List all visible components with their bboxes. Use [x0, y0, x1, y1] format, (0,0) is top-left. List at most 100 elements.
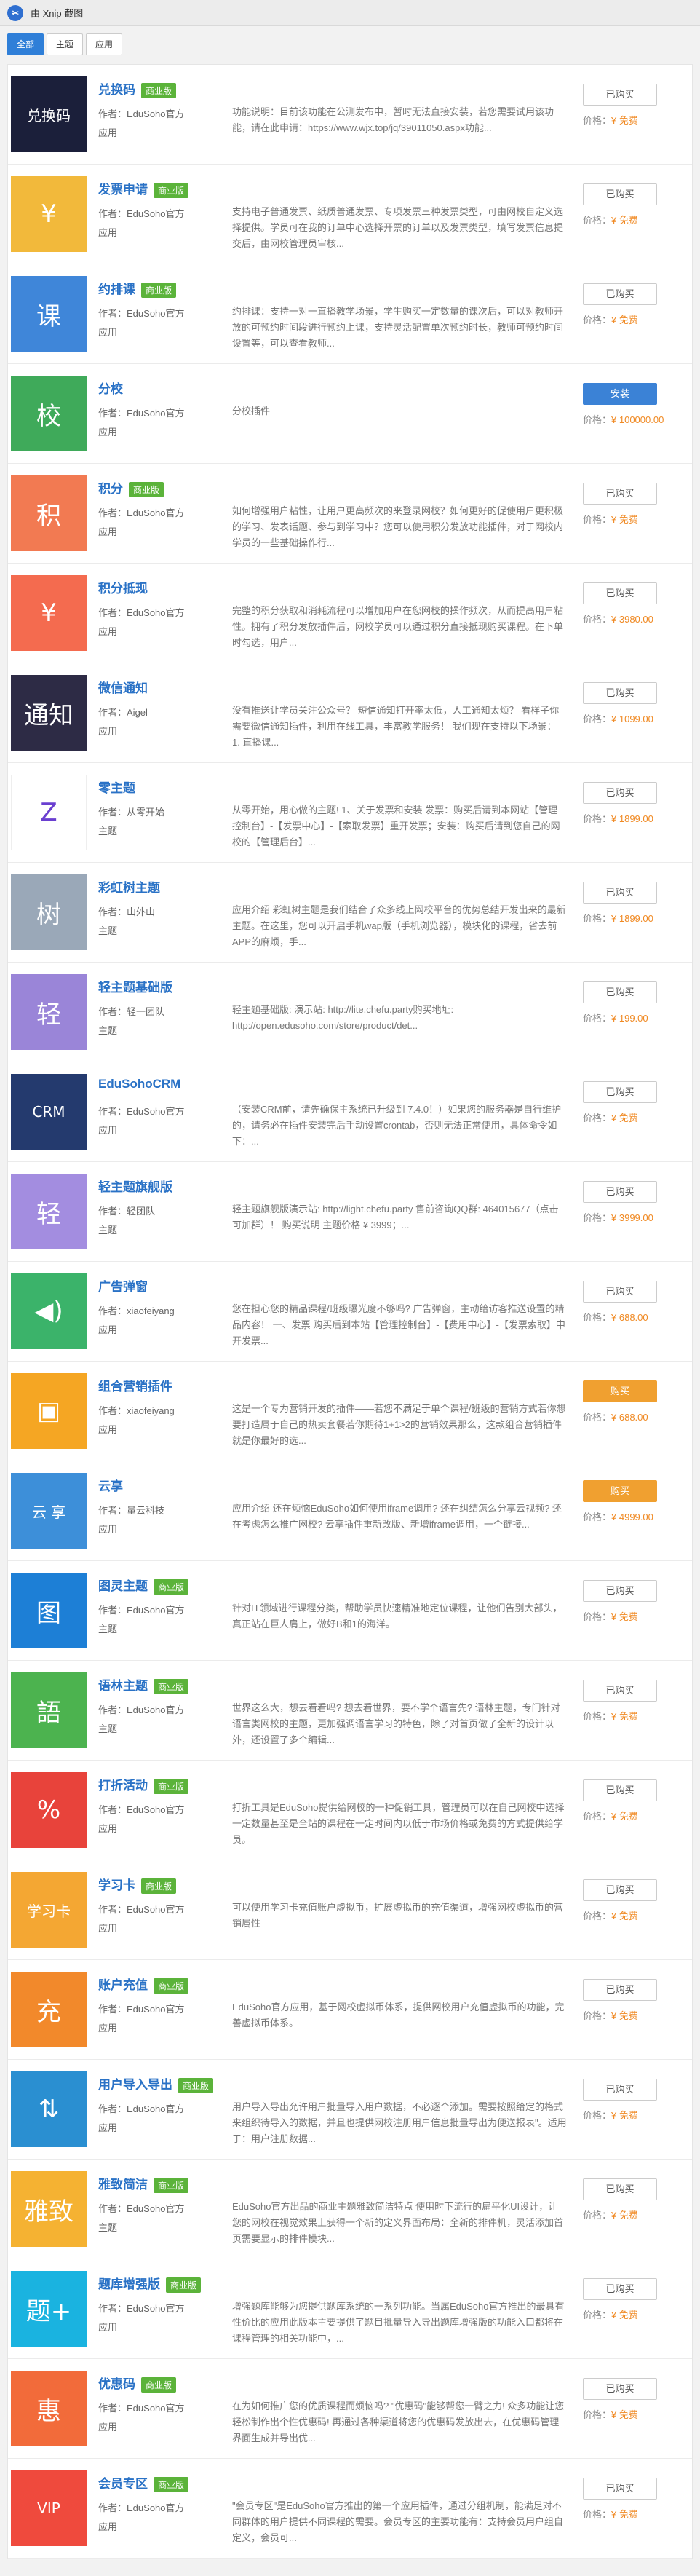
plugin-action-button[interactable]: 已购买: [583, 1181, 657, 1203]
plugin-action-button[interactable]: 已购买: [583, 483, 657, 505]
plugin-name[interactable]: 优惠码: [98, 2377, 135, 2391]
plugin-name-link[interactable]: 分校: [98, 379, 123, 397]
combo-marketing-icon[interactable]: ▣: [11, 1373, 87, 1449]
crm-icon[interactable]: CRM: [11, 1074, 87, 1150]
turing-theme-icon[interactable]: 图: [11, 1573, 87, 1648]
plugin-name-link[interactable]: 广告弹窗: [98, 1276, 148, 1295]
popup-ad-icon[interactable]: ◀): [11, 1273, 87, 1349]
plugin-action-button[interactable]: 已购买: [583, 283, 657, 305]
branch-school-icon[interactable]: 校: [11, 376, 87, 451]
plugin-action-button[interactable]: 安装: [583, 383, 657, 405]
plugin-name-link[interactable]: 轻主题旗舰版: [98, 1177, 172, 1195]
plugin-action-button[interactable]: 已购买: [583, 84, 657, 106]
plugin-action-button[interactable]: 已购买: [583, 2378, 657, 2400]
plugin-action-button[interactable]: 已购买: [583, 183, 657, 205]
plugin-name-link[interactable]: 优惠码 商业版: [98, 2374, 177, 2393]
plugin-action-button[interactable]: 购买: [583, 1480, 657, 1502]
plugin-name[interactable]: 积分: [98, 482, 123, 496]
plugin-name[interactable]: 兑换码: [98, 83, 135, 97]
plugin-action-button[interactable]: 已购买: [583, 782, 657, 804]
plugin-name-link[interactable]: 题库增强版 商业版: [98, 2274, 202, 2293]
plugin-name-link[interactable]: 零主题: [98, 778, 135, 796]
plugin-name[interactable]: 云享: [98, 1479, 123, 1493]
plugin-name[interactable]: 轻主题旗舰版: [98, 1180, 172, 1194]
plugin-name[interactable]: 积分抵现: [98, 582, 148, 596]
wechat-notify-icon[interactable]: 通知: [11, 675, 87, 751]
plugin-name-link[interactable]: 语林主题 商业版: [98, 1675, 189, 1695]
plugin-name-link[interactable]: 发票申请 商业版: [98, 179, 189, 199]
plugin-name-link[interactable]: 兑换码 商业版: [98, 79, 177, 99]
plugin-action-button[interactable]: 已购买: [583, 1680, 657, 1702]
plugin-name[interactable]: 约排课: [98, 283, 135, 296]
plugin-name[interactable]: 学习卡: [98, 1878, 135, 1892]
light-theme-flagship-icon[interactable]: 轻: [11, 1174, 87, 1249]
study-card-icon[interactable]: 学习卡: [11, 1872, 87, 1948]
plugin-name[interactable]: 用户导入导出: [98, 2078, 172, 2092]
points-cash-icon[interactable]: ¥: [11, 575, 87, 651]
plugin-name-link[interactable]: 积分 商业版: [98, 478, 164, 498]
invoice-icon[interactable]: ¥: [11, 176, 87, 252]
plugin-name-link[interactable]: 账户充值 商业版: [98, 1975, 189, 1994]
vip-zone-icon[interactable]: VIP: [11, 2470, 87, 2546]
user-import-export-icon[interactable]: ⇅: [11, 2071, 87, 2147]
recharge-icon[interactable]: 充: [11, 1972, 87, 2047]
coupon-icon[interactable]: 惠: [11, 2371, 87, 2446]
light-theme-basic-icon[interactable]: 轻: [11, 974, 87, 1050]
plugin-name[interactable]: 会员专区: [98, 2477, 148, 2491]
plugin-name[interactable]: 广告弹窗: [98, 1280, 148, 1294]
elegant-theme-icon[interactable]: 雅致: [11, 2171, 87, 2247]
plugin-action-button[interactable]: 已购买: [583, 981, 657, 1003]
plugin-action-button[interactable]: 已购买: [583, 1979, 657, 2001]
schedule-icon[interactable]: 课: [11, 276, 87, 352]
yulin-theme-icon[interactable]: 語: [11, 1672, 87, 1748]
plugin-name[interactable]: 零主题: [98, 781, 135, 795]
plugin-name[interactable]: 分校: [98, 382, 123, 396]
plugin-name-link[interactable]: 约排课 商业版: [98, 279, 177, 299]
plugin-name[interactable]: 雅致简洁: [98, 2178, 148, 2192]
plugin-name[interactable]: 账户充值: [98, 1978, 148, 1992]
plugin-action-button[interactable]: 已购买: [583, 882, 657, 904]
plugin-name[interactable]: 轻主题基础版: [98, 981, 172, 995]
plugin-action-button[interactable]: 已购买: [583, 2478, 657, 2500]
plugin-name-link[interactable]: 学习卡 商业版: [98, 1875, 177, 1895]
plugin-name-link[interactable]: 彩虹树主题: [98, 877, 160, 896]
plugin-action-button[interactable]: 购买: [583, 1380, 657, 1402]
plugin-name[interactable]: 图灵主题: [98, 1579, 148, 1593]
plugin-name-link[interactable]: 云享: [98, 1476, 123, 1494]
plugin-name-link[interactable]: 组合营销插件: [98, 1376, 172, 1394]
plugin-name[interactable]: 打折活动: [98, 1779, 148, 1793]
rainbow-tree-icon[interactable]: 树: [11, 874, 87, 950]
cloud-share-icon[interactable]: 云 享: [11, 1473, 87, 1549]
plugin-action-button[interactable]: 已购买: [583, 582, 657, 604]
plugin-action-button[interactable]: 已购买: [583, 1779, 657, 1801]
tab-0[interactable]: 全部: [7, 33, 44, 55]
plugin-action-button[interactable]: 已购买: [583, 1281, 657, 1303]
plugin-action-button[interactable]: 已购买: [583, 1879, 657, 1901]
plugin-action-button[interactable]: 已购买: [583, 1081, 657, 1103]
plugin-action-button[interactable]: 已购买: [583, 2278, 657, 2300]
plugin-action-button[interactable]: 已购买: [583, 2079, 657, 2101]
plugin-name-link[interactable]: 轻主题基础版: [98, 977, 172, 995]
tab-2[interactable]: 应用: [86, 33, 123, 55]
plugin-name[interactable]: 彩虹树主题: [98, 881, 160, 895]
plugin-name-link[interactable]: 打折活动 商业版: [98, 1775, 189, 1795]
plugin-name[interactable]: 微信通知: [98, 681, 148, 695]
plugin-name[interactable]: 语林主题: [98, 1679, 148, 1693]
question-bank-icon[interactable]: 题+: [11, 2271, 87, 2347]
plugin-name-link[interactable]: 微信通知: [98, 678, 148, 696]
plugin-name-link[interactable]: 会员专区 商业版: [98, 2473, 189, 2493]
tab-1[interactable]: 主题: [47, 33, 84, 55]
points-icon[interactable]: 积: [11, 475, 87, 551]
plugin-name[interactable]: 组合营销插件: [98, 1380, 172, 1394]
plugin-name-link[interactable]: 用户导入导出 商业版: [98, 2074, 214, 2094]
plugin-action-button[interactable]: 已购买: [583, 1580, 657, 1602]
plugin-name-link[interactable]: 雅致简洁 商业版: [98, 2174, 189, 2194]
redeem-code-icon[interactable]: 兑换码: [11, 76, 87, 152]
plugin-name-link[interactable]: EduSohoCRM: [98, 1077, 180, 1091]
plugin-name-link[interactable]: 图灵主题 商业版: [98, 1576, 189, 1595]
zero-theme-icon[interactable]: Z: [11, 775, 87, 850]
plugin-action-button[interactable]: 已购买: [583, 2178, 657, 2200]
plugin-name[interactable]: 题库增强版: [98, 2277, 160, 2291]
plugin-name[interactable]: 发票申请: [98, 183, 148, 197]
discount-icon[interactable]: %: [11, 1772, 87, 1848]
